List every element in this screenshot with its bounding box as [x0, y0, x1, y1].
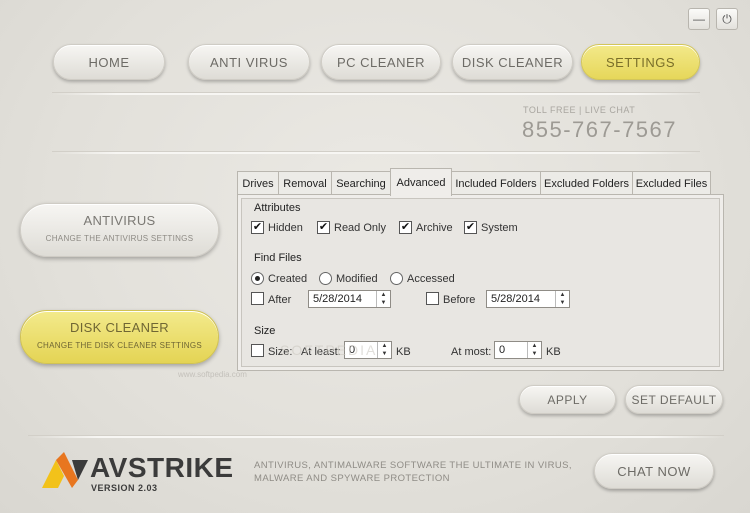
- sidebar-antivirus-subtitle: CHANGE THE ANTIVIRUS SETTINGS: [45, 234, 194, 243]
- after-label: After: [268, 294, 292, 306]
- at-most-unit: KB: [546, 346, 561, 358]
- footer-divider: [28, 436, 724, 438]
- nav-antivirus-button[interactable]: ANTI VIRUS: [188, 44, 310, 80]
- read-only-label: Read Only: [334, 222, 386, 234]
- logo-av: AV: [90, 452, 128, 483]
- before-date-value: 5/28/2014: [491, 293, 540, 305]
- accessed-label: Accessed: [407, 273, 455, 285]
- after-date-picker[interactable]: 5/28/2014 ▲ ▼: [308, 290, 391, 308]
- created-radio[interactable]: [251, 272, 264, 285]
- nav-antivirus-label: ANTI VIRUS: [210, 54, 288, 70]
- set-default-label: SET DEFAULT: [631, 392, 717, 407]
- tab-label: Removal: [283, 177, 327, 190]
- at-most-spinner[interactable]: ▲ ▼: [527, 342, 541, 358]
- power-close-button[interactable]: ⏻: [716, 8, 738, 30]
- at-least-unit: KB: [396, 346, 411, 358]
- at-most-label: At most:: [451, 346, 492, 358]
- tab-excluded-files[interactable]: Excluded Files: [632, 171, 711, 195]
- modified-label: Modified: [336, 273, 378, 285]
- archive-checkbox[interactable]: ✔: [399, 221, 412, 234]
- minimize-icon: —: [693, 12, 705, 26]
- created-label: Created: [268, 273, 308, 285]
- attributes-heading: Attributes: [254, 202, 301, 214]
- nav-disk-cleaner-label: DISK CLEANER: [461, 54, 564, 70]
- sidebar-disk-cleaner-subtitle: CHANGE THE DISK CLEANER SETTINGS: [36, 341, 203, 350]
- nav-pc-cleaner-label: PC CLEANER: [336, 54, 426, 70]
- nav-pc-cleaner-button[interactable]: PC CLEANER: [321, 44, 441, 80]
- system-checkbox[interactable]: ✔: [464, 221, 477, 234]
- power-icon: ⏻: [722, 11, 732, 26]
- accessed-radio[interactable]: [390, 272, 403, 285]
- at-most-input[interactable]: 0 ▲ ▼: [494, 341, 542, 359]
- find-files-heading: Find Files: [254, 252, 302, 264]
- toll-free-label: TOLL FREE | LIVE CHAT: [523, 105, 636, 115]
- avstrike-logo-icon: [42, 452, 88, 488]
- sidebar-antivirus-title: ANTIVIRUS: [83, 213, 156, 228]
- hidden-label: Hidden: [268, 222, 303, 234]
- tab-included-folders[interactable]: Included Folders: [451, 171, 541, 195]
- apply-label: APPLY: [547, 392, 588, 407]
- archive-label: Archive: [416, 222, 453, 234]
- tab-label: Excluded Folders: [544, 177, 629, 190]
- nav-home-button[interactable]: HOME: [53, 44, 165, 80]
- system-label: System: [481, 222, 518, 234]
- set-default-button[interactable]: SET DEFAULT: [625, 385, 723, 414]
- sidebar-disk-cleaner-title: DISK CLEANER: [70, 320, 169, 335]
- nav-disk-cleaner-button[interactable]: DISK CLEANER: [452, 44, 573, 80]
- after-date-spinner[interactable]: ▲ ▼: [376, 291, 390, 307]
- watermark-large: SOFTPEDIA: [280, 342, 378, 358]
- watermark: www.softpedia.com: [178, 370, 247, 379]
- phone-number: 855-767-7567: [522, 117, 678, 142]
- tab-label: Advanced: [396, 176, 446, 189]
- after-date-value: 5/28/2014: [313, 293, 362, 305]
- sidebar-antivirus-button[interactable]: ANTIVIRUS CHANGE THE ANTIVIRUS SETTINGS: [20, 203, 219, 257]
- sidebar-disk-cleaner-button[interactable]: DISK CLEANER CHANGE THE DISK CLEANER SET…: [20, 310, 219, 364]
- hidden-checkbox[interactable]: ✔: [251, 221, 264, 234]
- nav-settings-button[interactable]: SETTINGS: [581, 44, 700, 80]
- tab-advanced[interactable]: Advanced: [390, 168, 452, 196]
- tab-label: Excluded Files: [635, 177, 708, 190]
- divider: [52, 93, 700, 95]
- read-only-checkbox[interactable]: ✔: [317, 221, 330, 234]
- minimize-button[interactable]: —: [688, 8, 710, 30]
- at-least-spinner[interactable]: ▲ ▼: [377, 342, 391, 358]
- chat-now-button[interactable]: CHAT NOW: [594, 453, 714, 489]
- tab-excluded-folders[interactable]: Excluded Folders: [540, 171, 633, 195]
- nav-home-label: HOME: [88, 54, 130, 70]
- before-date-spinner[interactable]: ▲ ▼: [555, 291, 569, 307]
- tab-searching[interactable]: Searching: [331, 171, 391, 195]
- before-label: Before: [443, 294, 476, 306]
- modified-radio[interactable]: [319, 272, 332, 285]
- chat-now-label: CHAT NOW: [617, 463, 691, 479]
- tab-label: Included Folders: [455, 177, 537, 190]
- tagline: ANTIVIRUS, ANTIMALWARE SOFTWARE THE ULTI…: [254, 460, 572, 484]
- before-date-picker[interactable]: 5/28/2014 ▲ ▼: [486, 290, 570, 308]
- before-checkbox[interactable]: [426, 292, 439, 305]
- tab-label: Drives: [242, 177, 274, 190]
- tab-label: Searching: [336, 177, 386, 190]
- tab-drives[interactable]: Drives: [237, 171, 279, 195]
- tab-removal[interactable]: Removal: [278, 171, 332, 195]
- nav-settings-label: SETTINGS: [605, 54, 675, 70]
- size-checkbox[interactable]: [251, 344, 264, 357]
- at-most-value: 0: [499, 344, 506, 356]
- after-checkbox[interactable]: [251, 292, 264, 305]
- logo-wordmark: AVSTRIKE: [90, 452, 234, 484]
- version-label: VERSION 2.03: [91, 483, 158, 493]
- apply-button[interactable]: APPLY: [519, 385, 616, 414]
- divider: [52, 152, 700, 154]
- size-heading: Size: [254, 325, 276, 337]
- logo-strike: STRIKE: [127, 452, 234, 483]
